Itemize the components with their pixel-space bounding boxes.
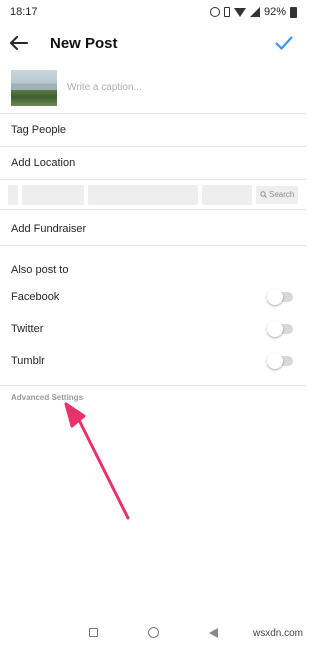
location-search-label: Search bbox=[269, 190, 295, 199]
share-label: Tumblr bbox=[11, 355, 45, 367]
caption-row bbox=[0, 62, 307, 114]
location-chip[interactable] bbox=[202, 184, 252, 205]
tag-people-label: Tag People bbox=[11, 124, 67, 136]
search-icon bbox=[260, 191, 267, 198]
page-title: New Post bbox=[50, 34, 118, 52]
battery-icon bbox=[290, 6, 297, 18]
add-fundraiser-row[interactable]: Add Fundraiser bbox=[0, 212, 307, 246]
checkmark-icon bbox=[275, 36, 293, 50]
tag-people-row[interactable]: Tag People bbox=[0, 114, 307, 147]
add-location-label: Add Location bbox=[11, 157, 76, 169]
vibrate-icon bbox=[223, 7, 230, 17]
signal-icon bbox=[249, 7, 260, 17]
wifi-icon bbox=[233, 7, 246, 17]
battery-percent: 92% bbox=[263, 6, 286, 18]
share-row-twitter: Twitter bbox=[0, 313, 307, 345]
location-search-button[interactable]: Search bbox=[256, 185, 299, 204]
share-row-tumblr: Tumblr bbox=[0, 345, 307, 377]
location-chip[interactable] bbox=[22, 184, 84, 205]
status-time: 18:17 bbox=[10, 6, 38, 18]
twitter-toggle[interactable] bbox=[267, 321, 293, 337]
watermark: wsxdn.com bbox=[252, 628, 303, 639]
post-thumbnail bbox=[11, 69, 57, 106]
share-row-facebook: Facebook bbox=[0, 281, 307, 313]
also-post-to-label: Also post to bbox=[11, 264, 69, 276]
recents-icon[interactable] bbox=[89, 628, 98, 637]
alarm-icon bbox=[209, 7, 220, 17]
nav-back-icon[interactable] bbox=[209, 627, 218, 638]
share-label: Facebook bbox=[11, 291, 60, 303]
back-arrow-icon bbox=[10, 36, 28, 50]
status-icons: 92% bbox=[209, 6, 297, 18]
location-chip[interactable] bbox=[88, 184, 198, 205]
share-post-button[interactable] bbox=[267, 24, 301, 62]
divider bbox=[0, 385, 307, 386]
add-location-row[interactable]: Add Location bbox=[0, 147, 307, 180]
location-suggestions: Search bbox=[0, 180, 307, 210]
caption-input[interactable] bbox=[67, 82, 287, 93]
share-label: Twitter bbox=[11, 323, 44, 335]
home-icon[interactable] bbox=[148, 627, 159, 638]
advanced-settings-link[interactable]: Advanced Settings bbox=[11, 393, 83, 402]
location-chip[interactable] bbox=[8, 184, 18, 205]
status-bar: 18:17 92% bbox=[0, 0, 307, 24]
top-header: New Post bbox=[0, 24, 307, 62]
tumblr-toggle[interactable] bbox=[267, 353, 293, 369]
back-button[interactable] bbox=[2, 24, 36, 62]
facebook-toggle[interactable] bbox=[267, 289, 293, 305]
add-fundraiser-label: Add Fundraiser bbox=[11, 222, 87, 235]
